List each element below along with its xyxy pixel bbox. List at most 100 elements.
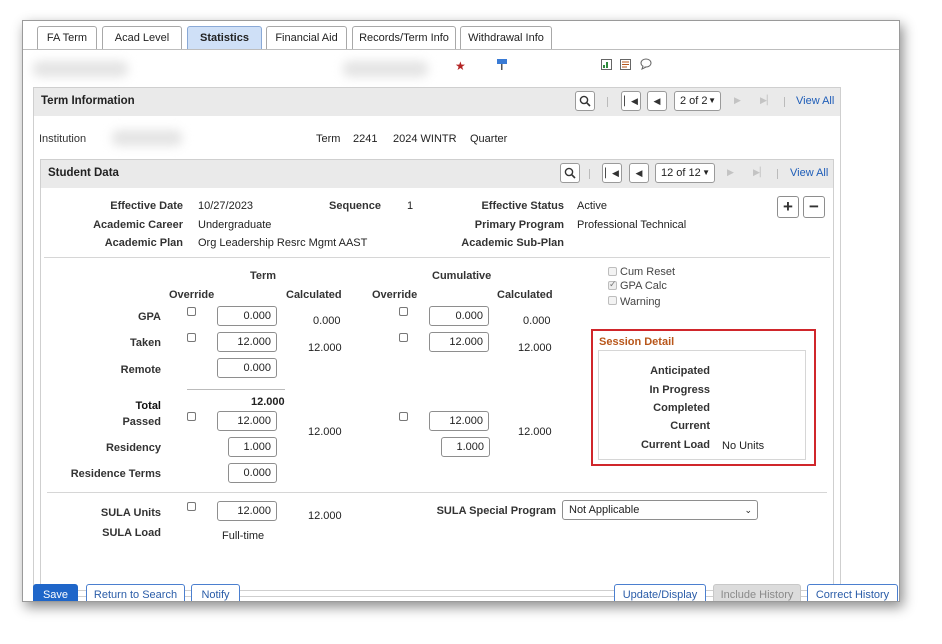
institution-label: Institution [39,133,87,145]
anticipated-label: Anticipated [650,365,710,377]
section-divider [44,257,830,258]
term-passed-override-checkbox[interactable] [187,412,196,421]
academic-career-value: Undergraduate [198,219,272,231]
term-information-title: Term Information [41,95,135,107]
term-type: Quarter [470,133,508,145]
term-passed-input[interactable]: 12.000 [217,411,277,431]
residence-terms-label: Residence Terms [70,468,161,480]
term-label: Term [316,133,341,145]
previous-row-button[interactable]: ◀ [647,91,667,111]
term-total-value: 12.000 [251,396,285,408]
cum-passed-calculated: 12.000 [518,426,552,438]
tab-fa-term[interactable]: FA Term [37,26,97,50]
chevron-down-icon: ⌄ [744,505,752,515]
term-passed-calculated: 12.000 [308,426,342,438]
tab-statistics[interactable]: Statistics [187,26,262,50]
next-row-icon: ▶ [727,167,734,177]
term-override-header: Override [169,289,215,301]
first-icon: ▏◀ [624,96,638,106]
sula-units-override-checkbox[interactable] [187,502,196,511]
academic-plan-label: Academic Plan [104,237,183,249]
cum-taken-input[interactable]: 12.000 [429,332,489,352]
current-load-value: No Units [722,440,765,452]
first-row-button[interactable]: ▏◀ [621,91,641,111]
sula-units-calculated: 12.000 [308,510,342,522]
cum-taken-calculated: 12.000 [518,342,552,354]
academic-subplan-label: Academic Sub-Plan [461,237,564,249]
view-all-link[interactable]: View All [796,95,834,107]
sequence-value: 1 [407,200,414,212]
comment-icon[interactable] [640,58,652,73]
row-pager-select[interactable]: 2 of 2 ▼ [674,91,721,111]
last-row-icon: ▶▏ [753,167,767,177]
cum-reset-checkbox[interactable] [608,267,617,276]
notify-button[interactable]: Notify [191,584,240,601]
find-button[interactable] [575,91,595,111]
term-residence-terms-input[interactable]: 0.000 [228,463,277,483]
tab-bar: FA Term Acad Level Statistics Financial … [37,26,897,50]
cum-residency-input[interactable]: 1.000 [441,437,490,457]
previous-row-button[interactable]: ◀ [629,163,649,183]
residency-label: Residency [105,442,161,454]
cum-gpa-override-checkbox[interactable] [399,307,408,316]
term-information-header: Term Information ▏◀ ◀ 2 of 2 ▼ ▶ ▶▏ View … [34,88,840,116]
primary-program-value: Professional Technical [577,219,687,231]
correct-history-button[interactable]: Correct History [807,584,898,601]
save-button[interactable]: Save [33,584,78,601]
term-gpa-override-checkbox[interactable] [187,307,196,316]
view-all-link[interactable]: View All [790,167,828,179]
cum-passed-input[interactable]: 12.000 [429,411,489,431]
current-label: Current [670,420,710,432]
cum-passed-override-checkbox[interactable] [399,412,408,421]
sula-special-program-select[interactable]: Not Applicable ⌄ [562,500,758,520]
total-divider [187,389,285,390]
term-taken-override-checkbox[interactable] [187,333,196,342]
passed-label: Passed [122,416,161,428]
flag-icon[interactable] [496,57,508,71]
cum-calculated-header: Calculated [497,289,553,301]
completed-label: Completed [653,402,710,414]
include-history-button: Include History [713,584,801,601]
term-taken-input[interactable]: 12.000 [217,332,277,352]
cum-taken-override-checkbox[interactable] [399,333,408,342]
gpa-calc-checkbox[interactable] [608,279,617,290]
redacted-institution [112,130,182,146]
warning-checkbox[interactable] [608,296,617,305]
chevron-down-icon: ▼ [708,96,716,105]
academic-career-label: Academic Career [93,219,183,231]
effective-status-label: Effective Status [481,200,564,212]
update-display-button[interactable]: Update/Display [614,584,706,601]
report-icon[interactable] [601,59,612,73]
sula-units-label: SULA Units [100,507,161,519]
tab-financial-aid[interactable]: Financial Aid [266,26,347,50]
total-label: Total [135,400,161,412]
previous-icon: ◀ [635,168,643,178]
tab-withdrawal-info[interactable]: Withdrawal Info [460,26,552,50]
delete-row-button[interactable]: − [803,196,825,218]
return-to-search-button[interactable]: Return to Search [86,584,185,601]
term-residency-input[interactable]: 1.000 [228,437,277,457]
redacted-student-id [33,61,128,77]
cum-gpa-calculated: 0.000 [523,315,551,327]
add-row-button[interactable]: + [777,196,799,218]
effective-status-value: Active [577,200,607,212]
sula-units-input[interactable]: 12.000 [217,501,277,521]
chevron-down-icon: ▼ [702,168,710,177]
find-button[interactable] [560,163,580,183]
sula-load-value: Full-time [222,530,265,542]
star-favorite-icon[interactable]: ★ [455,59,466,73]
tab-records-term-info[interactable]: Records/Term Info [352,26,456,50]
student-data-header: Student Data ▏◀ ◀ 12 of 12 ▼ ▶ ▶▏ View Al… [41,160,833,188]
first-row-button[interactable]: ▏◀ [602,163,622,183]
tab-acad-level[interactable]: Acad Level [102,26,182,50]
cum-gpa-input[interactable]: 0.000 [429,306,489,326]
warning-label: Warning [620,296,661,308]
notes-icon[interactable] [620,59,631,73]
effective-date-label: Effective Date [110,200,183,212]
current-load-label: Current Load [640,439,710,451]
term-gpa-calculated: 0.000 [313,315,341,327]
term-gpa-input[interactable]: 0.000 [217,306,277,326]
term-information-panel: Term Information ▏◀ ◀ 2 of 2 ▼ ▶ ▶▏ View … [33,87,841,597]
term-remote-input[interactable]: 0.000 [217,358,277,378]
row-pager-select[interactable]: 12 of 12 ▼ [655,163,715,183]
